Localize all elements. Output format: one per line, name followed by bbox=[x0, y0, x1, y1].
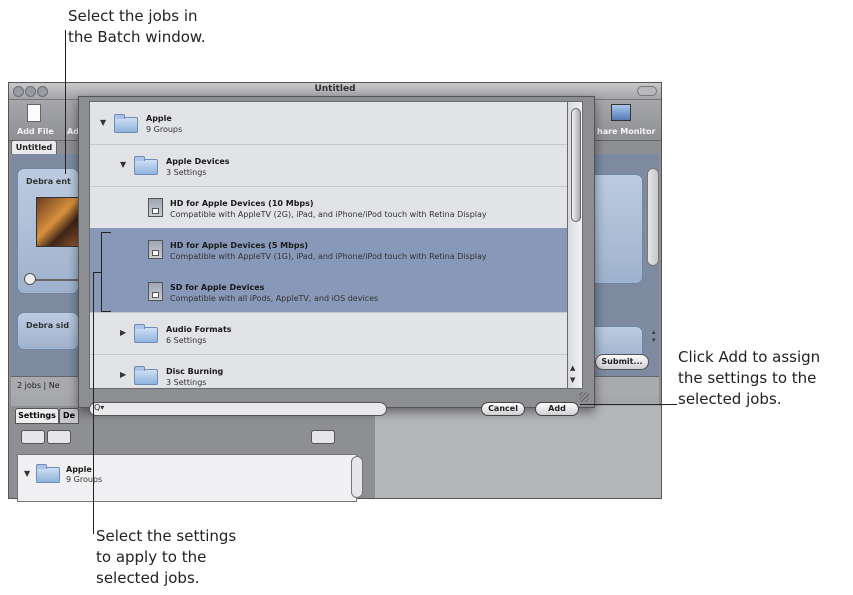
disclosure-triangle-icon[interactable]: ▼ bbox=[24, 469, 30, 478]
folder-icon bbox=[36, 464, 60, 483]
disclosure-triangle-icon[interactable]: ▶ bbox=[120, 370, 126, 379]
settings-list-scrollbar[interactable]: ▲ ▼ bbox=[567, 101, 583, 389]
window-title: Untitled bbox=[314, 84, 356, 94]
callout-line bbox=[580, 404, 677, 405]
folder-icon bbox=[134, 156, 158, 175]
share-monitor-label[interactable]: hare Monitor bbox=[597, 127, 655, 136]
list-item-audio-formats-group[interactable]: ▶ Audio Formats 6 Settings bbox=[90, 312, 568, 355]
callout-select-jobs: Select the jobs in the Batch window. bbox=[68, 7, 206, 46]
tab-untitled[interactable]: Untitled bbox=[11, 140, 57, 155]
row-title: Apple bbox=[146, 114, 172, 123]
job-card[interactable]: Debra ent bbox=[17, 168, 92, 294]
settings-list: ▼ Apple 9 Groups ▼ Apple Devices 3 Setti… bbox=[89, 101, 569, 389]
search-icon[interactable]: Q▾ bbox=[94, 403, 104, 412]
scroll-down-icon[interactable]: ▼ bbox=[570, 376, 575, 384]
row-subtitle: Compatible with all iPods, AppleTV, and … bbox=[170, 294, 379, 303]
settings-document-icon bbox=[148, 198, 163, 217]
row-title: Audio Formats bbox=[166, 325, 232, 334]
folder-icon bbox=[114, 114, 138, 133]
folder-icon bbox=[134, 324, 158, 343]
tab-destinations[interactable]: De bbox=[59, 408, 79, 424]
row-subtitle: 9 Groups bbox=[146, 125, 183, 134]
list-item-setting[interactable]: HD for Apple Devices (10 Mbps) Compatibl… bbox=[90, 186, 568, 229]
row-title: Disc Burning bbox=[166, 367, 224, 376]
search-input[interactable]: Q▾ bbox=[89, 402, 387, 416]
settings-tree: ▼ Apple 9 Groups bbox=[17, 454, 357, 502]
submit-button[interactable]: Submit... bbox=[595, 354, 649, 370]
add-file-button-label[interactable]: Add File bbox=[17, 127, 54, 136]
tab-settings[interactable]: Settings bbox=[15, 408, 59, 424]
callout-line bbox=[93, 272, 94, 534]
row-subtitle: Compatible with AppleTV (2G), iPad, and … bbox=[170, 210, 487, 219]
disclosure-triangle-icon[interactable]: ▼ bbox=[120, 160, 126, 169]
group-count: 9 Groups bbox=[66, 475, 103, 484]
row-subtitle: 3 Settings bbox=[166, 168, 207, 177]
callout-line bbox=[93, 272, 102, 273]
row-title: HD for Apple Devices (5 Mbps) bbox=[170, 241, 309, 250]
row-title: Apple Devices bbox=[166, 157, 230, 166]
add-button[interactable]: Add bbox=[535, 402, 579, 416]
new-group-button[interactable] bbox=[21, 430, 45, 444]
resize-grip[interactable] bbox=[579, 392, 589, 402]
settings-document-icon bbox=[148, 240, 163, 259]
list-item-apple-group[interactable]: ▼ Apple 9 Groups bbox=[90, 102, 568, 145]
list-item-setting-selected[interactable]: SD for Apple Devices Compatible with all… bbox=[90, 270, 568, 313]
disclosure-triangle-icon[interactable]: ▶ bbox=[120, 328, 126, 337]
row-subtitle: 3 Settings bbox=[166, 378, 207, 387]
scroll-arrows-icon[interactable]: ▴ ▾ bbox=[652, 328, 656, 344]
settings-pane: Settings De ▼ Apple 9 Groups bbox=[11, 406, 371, 502]
folder-icon bbox=[134, 366, 158, 385]
row-title: HD for Apple Devices (10 Mbps) bbox=[170, 199, 314, 208]
job-title: Debra ent bbox=[26, 177, 71, 186]
jobs-count: 2 jobs | Ne bbox=[17, 381, 60, 390]
list-item-setting-selected[interactable]: HD for Apple Devices (5 Mbps) Compatible… bbox=[90, 228, 568, 271]
list-item-disc-burning-group[interactable]: ▶ Disc Burning 3 Settings bbox=[90, 354, 568, 388]
duplicate-setting-button[interactable] bbox=[47, 430, 71, 444]
inspector-pane bbox=[375, 406, 661, 498]
job-card[interactable]: Debra sid bbox=[17, 312, 79, 350]
settings-document-icon bbox=[148, 282, 163, 301]
scrollbar-thumb[interactable] bbox=[571, 108, 581, 222]
callout-click-add: Click Add to assign the settings to the … bbox=[678, 348, 821, 408]
callout-bracket bbox=[101, 232, 111, 233]
settings-tree-scrollbar[interactable] bbox=[351, 456, 363, 498]
settings-sheet: ▼ Apple 9 Groups ▼ Apple Devices 3 Setti… bbox=[78, 96, 595, 416]
share-monitor-icon[interactable] bbox=[611, 104, 631, 121]
callout-line bbox=[65, 30, 66, 174]
callout-bracket bbox=[101, 311, 111, 312]
group-title: Apple bbox=[66, 465, 92, 474]
batch-scrollbar[interactable] bbox=[647, 168, 659, 266]
job-title: Debra sid bbox=[26, 321, 70, 330]
row-subtitle: Compatible with AppleTV (1G), iPad, and … bbox=[170, 252, 487, 261]
add-setting-button[interactable] bbox=[311, 430, 335, 444]
toolbar-toggle-button[interactable] bbox=[637, 86, 657, 96]
row-subtitle: 6 Settings bbox=[166, 336, 207, 345]
list-item-apple-devices-group[interactable]: ▼ Apple Devices 3 Settings bbox=[90, 144, 568, 187]
scroll-up-icon[interactable]: ▲ bbox=[570, 364, 575, 372]
disclosure-triangle-icon[interactable]: ▼ bbox=[100, 118, 106, 127]
add-file-icon[interactable] bbox=[27, 104, 41, 122]
callout-select-settings: Select the settings to apply to the sele… bbox=[96, 527, 237, 587]
cancel-button[interactable]: Cancel bbox=[481, 402, 525, 416]
row-title: SD for Apple Devices bbox=[170, 283, 265, 292]
scrub-slider-knob[interactable] bbox=[24, 273, 36, 285]
